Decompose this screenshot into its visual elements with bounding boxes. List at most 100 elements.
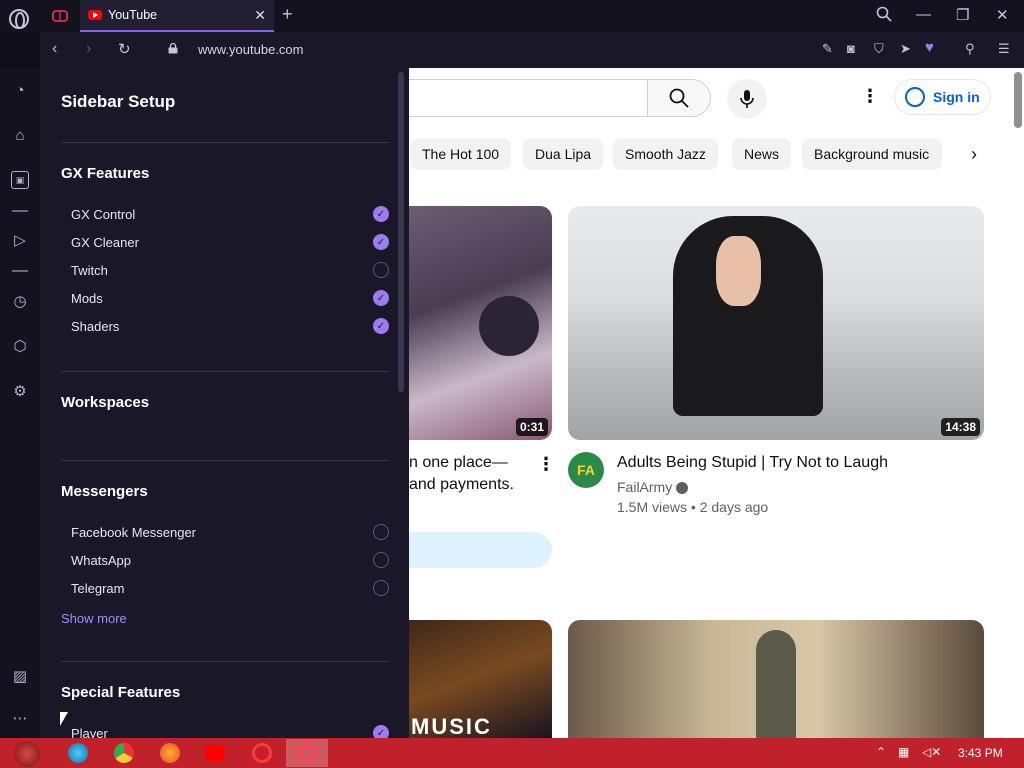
start-button-icon[interactable] bbox=[14, 741, 40, 767]
voice-search-button[interactable] bbox=[727, 79, 767, 119]
show-more-link[interactable]: Show more bbox=[61, 611, 127, 626]
chips-next-arrow-icon[interactable]: › bbox=[971, 144, 977, 165]
checkbox-unchecked-icon[interactable] bbox=[373, 552, 389, 568]
checkbox-checked-icon[interactable]: ✓ bbox=[373, 206, 389, 222]
tab-pinned-gx-corner[interactable] bbox=[42, 0, 78, 32]
video-menu-icon[interactable]: ⋮ bbox=[537, 454, 555, 475]
video-title-line[interactable]: n one place— bbox=[409, 452, 508, 474]
toggle-whatsapp[interactable]: WhatsApp bbox=[71, 550, 389, 570]
toggle-twitch[interactable]: Twitch bbox=[71, 260, 389, 280]
minimize-icon[interactable]: — bbox=[916, 6, 931, 23]
toggle-player[interactable]: Player ✓ bbox=[71, 723, 389, 738]
section-title-workspaces: Workspaces bbox=[61, 394, 150, 411]
easy-setup-icon[interactable]: ☰ bbox=[998, 41, 1010, 57]
divider bbox=[61, 142, 389, 143]
thumbnail-object bbox=[479, 296, 539, 356]
profile-icon[interactable]: ⚲ bbox=[965, 41, 975, 57]
youtube-app-icon[interactable] bbox=[205, 745, 225, 761]
extensions-cube-icon[interactable]: ⬡ bbox=[10, 336, 30, 356]
toggle-gx-cleaner[interactable]: GX Cleaner ✓ bbox=[71, 232, 389, 252]
settings-menu-icon[interactable]: ⋮ bbox=[861, 86, 879, 107]
page-scrollbar[interactable] bbox=[1014, 72, 1022, 128]
video-thumbnail[interactable]: 14:38 bbox=[568, 206, 984, 440]
checkbox-unchecked-icon[interactable] bbox=[373, 524, 389, 540]
shield-icon[interactable]: ⛉ bbox=[874, 41, 884, 57]
toggle-gx-control[interactable]: GX Control ✓ bbox=[71, 204, 389, 224]
gx-control-icon[interactable]: ▣ bbox=[11, 171, 29, 189]
channel-name-row[interactable]: FailArmy bbox=[617, 479, 689, 495]
settings-gear-icon[interactable]: ⚙ bbox=[10, 381, 30, 401]
video-thumbnail[interactable]: MUSIC bbox=[409, 620, 552, 738]
tab-title: YouTube bbox=[108, 8, 158, 22]
chip-the-hot-100[interactable]: The Hot 100 bbox=[410, 138, 512, 170]
video-duration: 0:31 bbox=[515, 418, 548, 436]
player-icon[interactable]: ▷ bbox=[10, 230, 30, 250]
checkbox-unchecked-icon[interactable] bbox=[373, 580, 389, 596]
sign-in-label: Sign in bbox=[933, 89, 980, 105]
video-title-line[interactable]: and payments. bbox=[409, 474, 514, 496]
opera-icon[interactable] bbox=[252, 743, 272, 763]
tab-youtube[interactable]: YouTube ✕ bbox=[80, 0, 274, 32]
verified-badge-icon bbox=[676, 482, 689, 495]
wallpaper-icon[interactable]: ▨ bbox=[10, 666, 30, 686]
ad-cta-button[interactable] bbox=[409, 532, 552, 568]
sign-in-button[interactable]: Sign in bbox=[894, 79, 991, 115]
toggle-label: Player bbox=[71, 725, 108, 739]
speed-dial-icon[interactable]: ◔ bbox=[10, 80, 30, 100]
chip-smooth-jazz[interactable]: Smooth Jazz bbox=[613, 138, 718, 170]
toggle-label: Twitch bbox=[71, 262, 108, 278]
chip-background-music[interactable]: Background music bbox=[802, 138, 942, 170]
checkbox-unchecked-icon[interactable] bbox=[373, 262, 389, 278]
title-bar: YouTube ✕ + — ❐ ✕ bbox=[0, 0, 1024, 32]
network-icon[interactable]: ▦ bbox=[898, 745, 909, 759]
toggle-label: Mods bbox=[71, 290, 103, 306]
forward-icon[interactable]: › bbox=[86, 40, 91, 58]
search-button[interactable] bbox=[647, 79, 711, 117]
chip-news[interactable]: News bbox=[732, 138, 792, 170]
mouse-cursor-icon bbox=[60, 712, 68, 726]
toggle-mods[interactable]: Mods ✓ bbox=[71, 288, 389, 308]
tray-overflow-icon[interactable]: ⌃ bbox=[876, 745, 886, 759]
video-thumbnail[interactable] bbox=[568, 620, 984, 738]
search-tabs-icon[interactable] bbox=[876, 6, 892, 26]
search-input[interactable] bbox=[409, 79, 648, 117]
history-icon[interactable]: ◷ bbox=[10, 291, 30, 311]
gx-corner-icon[interactable]: ⌂ bbox=[10, 125, 30, 145]
video-thumbnail[interactable]: 0:31 bbox=[409, 206, 552, 440]
more-dots-icon[interactable]: ⋯ bbox=[10, 708, 30, 728]
video-title[interactable]: Adults Being Stupid | Try Not to Laugh bbox=[617, 452, 888, 474]
divider bbox=[61, 661, 389, 662]
new-tab-button[interactable]: + bbox=[282, 4, 293, 25]
firefox-icon[interactable] bbox=[160, 743, 180, 763]
clock[interactable]: 3:43 PM bbox=[958, 746, 1003, 760]
checkbox-checked-icon[interactable]: ✓ bbox=[373, 234, 389, 250]
camera-icon[interactable]: ◙ bbox=[847, 41, 855, 56]
send-icon[interactable]: ➤ bbox=[900, 41, 911, 57]
chrome-icon[interactable] bbox=[114, 743, 134, 763]
chip-dua-lipa[interactable]: Dua Lipa bbox=[523, 138, 604, 170]
url-field[interactable]: www.youtube.com bbox=[198, 42, 304, 57]
checkbox-checked-icon[interactable]: ✓ bbox=[373, 725, 389, 738]
reload-icon[interactable]: ↻ bbox=[118, 40, 131, 58]
heart-icon[interactable]: ♥ bbox=[925, 39, 934, 56]
search-icon bbox=[669, 88, 689, 108]
opera-gx-taskbar-button[interactable] bbox=[286, 739, 328, 767]
checkbox-checked-icon[interactable]: ✓ bbox=[373, 290, 389, 306]
close-tab-icon[interactable]: ✕ bbox=[254, 7, 266, 24]
rail-separator bbox=[12, 210, 28, 212]
checkbox-checked-icon[interactable]: ✓ bbox=[373, 318, 389, 334]
channel-avatar[interactable]: FA bbox=[568, 452, 604, 488]
snapshot-edit-icon[interactable]: ✎ bbox=[822, 41, 833, 57]
toggle-shaders[interactable]: Shaders ✓ bbox=[71, 316, 389, 336]
edge-icon[interactable] bbox=[68, 743, 88, 763]
restore-icon[interactable]: ❐ bbox=[956, 6, 969, 24]
panel-scrollbar[interactable] bbox=[398, 72, 404, 392]
section-title-gx-features: GX Features bbox=[61, 165, 150, 182]
close-window-icon[interactable]: ✕ bbox=[996, 6, 1009, 24]
opera-gx-logo-icon[interactable] bbox=[9, 9, 29, 29]
back-icon[interactable]: ‹ bbox=[52, 40, 57, 58]
toggle-telegram[interactable]: Telegram bbox=[71, 578, 389, 598]
toggle-label: Telegram bbox=[71, 580, 125, 596]
volume-muted-icon[interactable]: ◁✕ bbox=[922, 745, 941, 759]
toggle-facebook-messenger[interactable]: Facebook Messenger bbox=[71, 522, 389, 542]
